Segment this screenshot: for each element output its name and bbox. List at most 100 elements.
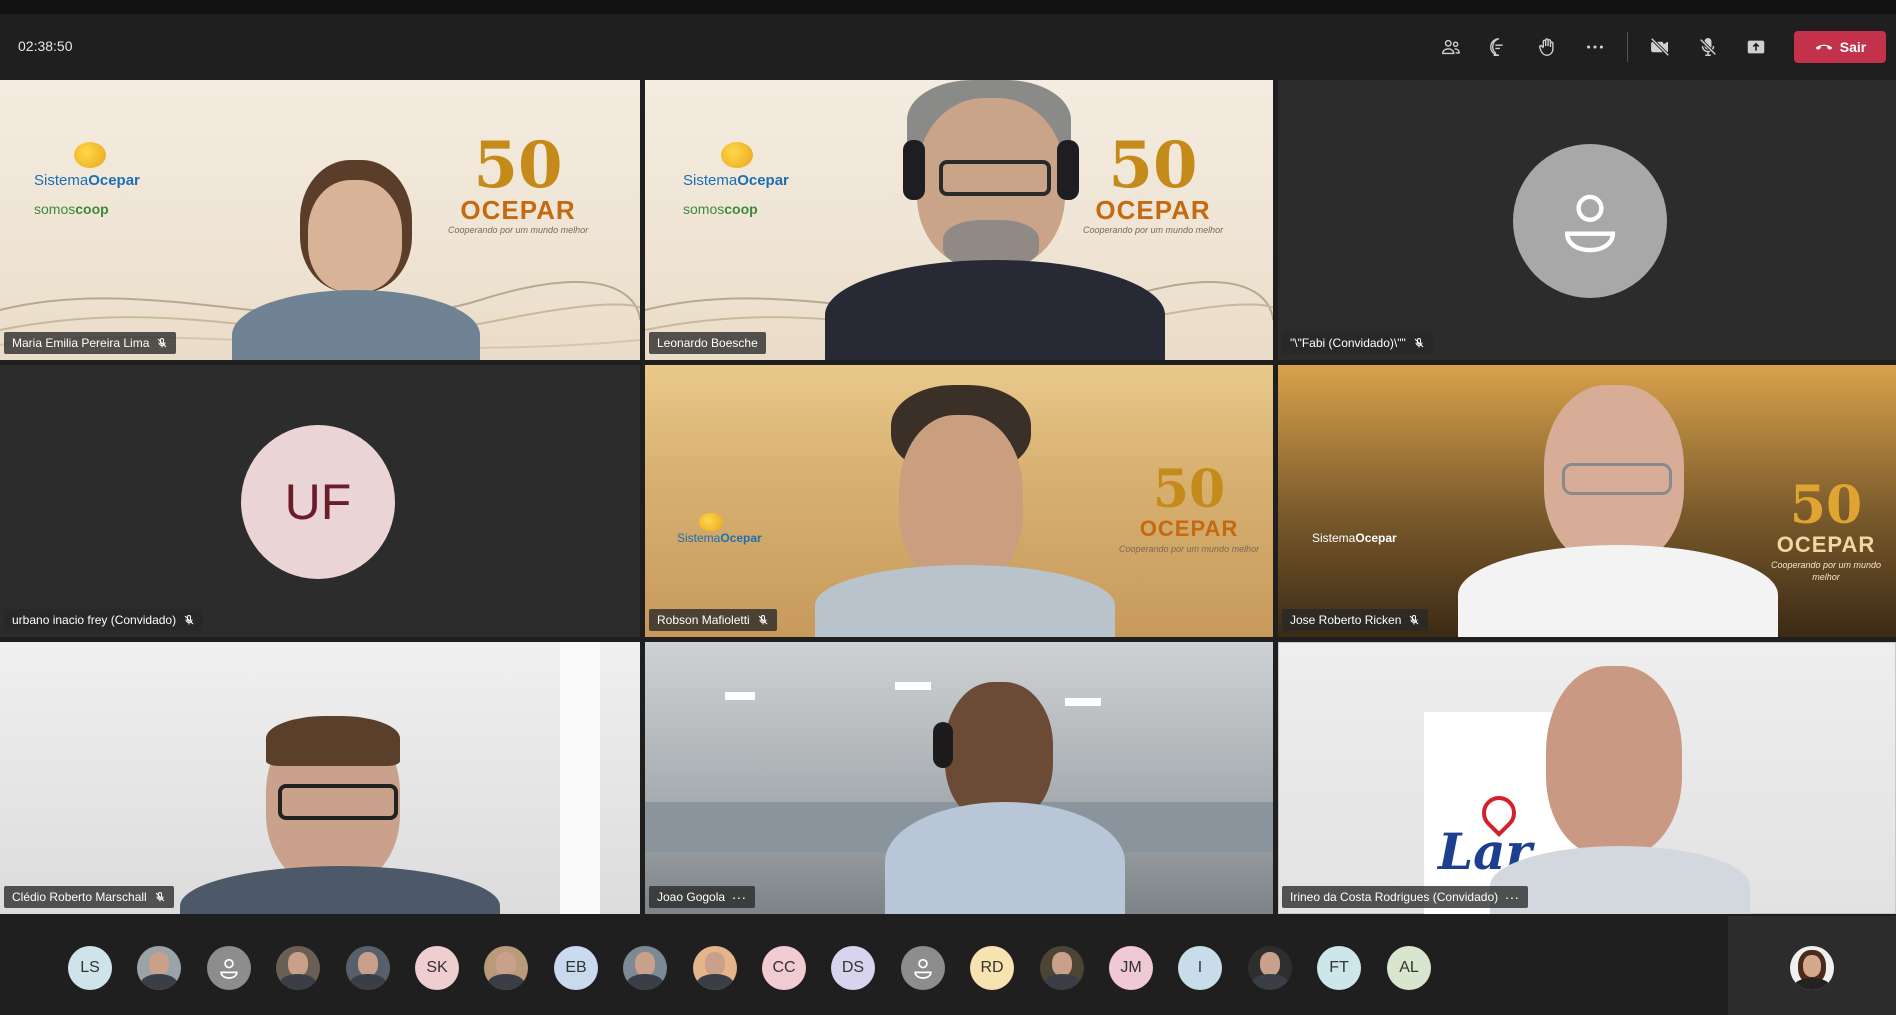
more-options-icon[interactable]: ... (1505, 887, 1520, 901)
participant-name-tag: Leonardo Boesche (649, 332, 766, 354)
participant-chip-photo[interactable] (1248, 946, 1292, 990)
participant-name-tag: urbano inacio frey (Convidado) (4, 609, 204, 631)
participant-tile[interactable]: SistemaOcepar 50 OCEPAR Cooperando por u… (1278, 365, 1896, 637)
leave-label: Sair (1839, 39, 1867, 55)
chip-initials: EB (565, 959, 587, 976)
chip-initials: DS (841, 959, 865, 976)
sistema-ocepar-text: SistemaOcepar (677, 531, 762, 545)
chat-icon (1490, 38, 1503, 56)
sistema-ocepar-text: SistemaOcepar somoscoop (34, 172, 140, 217)
mic-off-icon (154, 891, 166, 903)
ocepar-50-logo: 50 OCEPAR Cooperando por um mundo melhor (1119, 459, 1260, 555)
participant-name-tag: Jose Roberto Ricken (1282, 609, 1429, 631)
chip-initials: JM (1120, 959, 1142, 976)
chip-initials: FT (1329, 959, 1349, 976)
participant-tile[interactable]: UF urbano inacio frey (Convidado) (0, 365, 640, 637)
chip-initials: RD (980, 959, 1004, 976)
camera-off-icon (1650, 37, 1670, 57)
chip-initials: CC (772, 959, 796, 976)
chat-button[interactable] (1475, 23, 1523, 71)
more-actions-button[interactable] (1571, 23, 1619, 71)
chip-photo (635, 952, 655, 976)
sistema-ocepar-logo (699, 513, 723, 531)
participant-chip[interactable]: CC (762, 946, 806, 990)
person-icon (1564, 194, 1616, 253)
participant-tile[interactable]: SistemaOcepar 50 OCEPAR Cooperando por u… (645, 365, 1273, 637)
participant-name-tag: Clédio Roberto Marschall (4, 886, 174, 908)
participant-chip-photo[interactable] (693, 946, 737, 990)
meeting-header: 02:38:50 Sair (0, 14, 1896, 80)
mic-off-icon (183, 614, 195, 626)
chip-photo (1052, 952, 1072, 976)
chip-initials: I (1197, 959, 1203, 976)
mic-toggle-button[interactable] (1684, 23, 1732, 71)
more-options-icon[interactable]: ... (732, 887, 747, 901)
raise-hand-button[interactable] (1523, 23, 1571, 71)
participant-chip-generic[interactable] (207, 946, 251, 990)
participant-name-tag: Joao Gogola ... (649, 886, 755, 908)
participant-tile[interactable]: Clédio Roberto Marschall (0, 642, 640, 914)
participant-chip[interactable]: AL (1387, 946, 1431, 990)
person-icon (220, 958, 238, 979)
participant-avatar: UF (241, 425, 395, 579)
participant-avatar (1513, 144, 1667, 298)
mic-off-icon (1413, 337, 1425, 349)
participant-name-tag: "\"Fabi (Convidado)\"" (1282, 332, 1433, 354)
participant-tile[interactable]: Joao Gogola ... (645, 642, 1273, 914)
participant-chip[interactable]: FT (1317, 946, 1361, 990)
participant-tile[interactable]: Lar Irineo da Costa Rodrigues (Convidado… (1278, 642, 1896, 914)
participant-chip-photo[interactable] (346, 946, 390, 990)
participant-tile[interactable]: SistemaOcepar somoscoop 50 OCEPAR Cooper… (0, 80, 640, 360)
sistema-ocepar-text: SistemaOcepar somoscoop (683, 172, 789, 217)
participant-name-tag: Robson Mafioletti (649, 609, 777, 631)
chip-initials: AL (1399, 959, 1419, 976)
participant-chip[interactable]: JM (1109, 946, 1153, 990)
chip-photo (705, 952, 725, 976)
meeting-timer: 02:38:50 (18, 38, 73, 54)
sistema-ocepar-text: SistemaOcepar (1312, 531, 1397, 545)
participant-tile[interactable]: SistemaOcepar somoscoop 50 OCEPAR Cooper… (645, 80, 1273, 360)
participant-chip[interactable]: I (1178, 946, 1222, 990)
participant-chip-photo[interactable] (623, 946, 667, 990)
more-icon (1587, 45, 1603, 49)
participant-chip-photo[interactable] (1040, 946, 1084, 990)
participant-chip[interactable]: EB (554, 946, 598, 990)
chip-initials: SK (426, 959, 448, 976)
chip-photo (1260, 952, 1280, 976)
ocepar-50-logo: 50 OCEPAR Cooperando por um mundo melhor (1083, 128, 1224, 236)
participant-chip-photo[interactable] (276, 946, 320, 990)
participant-chip[interactable]: DS (831, 946, 875, 990)
chip-photo (288, 952, 308, 976)
mic-off-icon (156, 337, 168, 349)
leave-button[interactable]: Sair (1794, 31, 1886, 63)
hang-up-icon (1815, 44, 1833, 50)
share-screen-button[interactable] (1732, 23, 1780, 71)
chip-initials: LS (80, 959, 100, 976)
person-icon (914, 958, 932, 979)
ocepar-50-logo: 50 OCEPAR Cooperando por um mundo melhor (1770, 475, 1882, 583)
participant-chip[interactable]: RD (970, 946, 1014, 990)
ocepar-50-logo: 50 OCEPAR Cooperando por um mundo melhor (448, 128, 589, 236)
self-view[interactable] (1728, 916, 1896, 1015)
chip-photo (358, 952, 378, 976)
participant-chip[interactable]: LS (68, 946, 112, 990)
chip-photo (496, 952, 516, 976)
participant-tile[interactable]: "\"Fabi (Convidado)\"" (1278, 80, 1896, 360)
sistema-ocepar-logo (721, 142, 753, 168)
camera-toggle-button[interactable] (1636, 23, 1684, 71)
mic-off-icon (757, 614, 769, 626)
participant-chip-photo[interactable] (137, 946, 181, 990)
participant-chip-photo[interactable] (484, 946, 528, 990)
toolbar-divider (1627, 32, 1628, 62)
participants-button[interactable] (1427, 23, 1475, 71)
self-view-avatar (1790, 946, 1834, 990)
participant-strip: LS SK EB CC DS RD JM I FT AL (0, 916, 1896, 1015)
participant-chip[interactable]: SK (415, 946, 459, 990)
mic-off-icon (1408, 614, 1420, 626)
participant-name-tag: Maria Emilia Pereira Lima (4, 332, 177, 354)
meeting-toolbar: Sair (1427, 14, 1896, 80)
raise-hand-icon (1538, 38, 1554, 56)
participant-chip-generic[interactable] (901, 946, 945, 990)
chip-photo (149, 952, 169, 976)
mic-off-icon (1699, 38, 1717, 56)
